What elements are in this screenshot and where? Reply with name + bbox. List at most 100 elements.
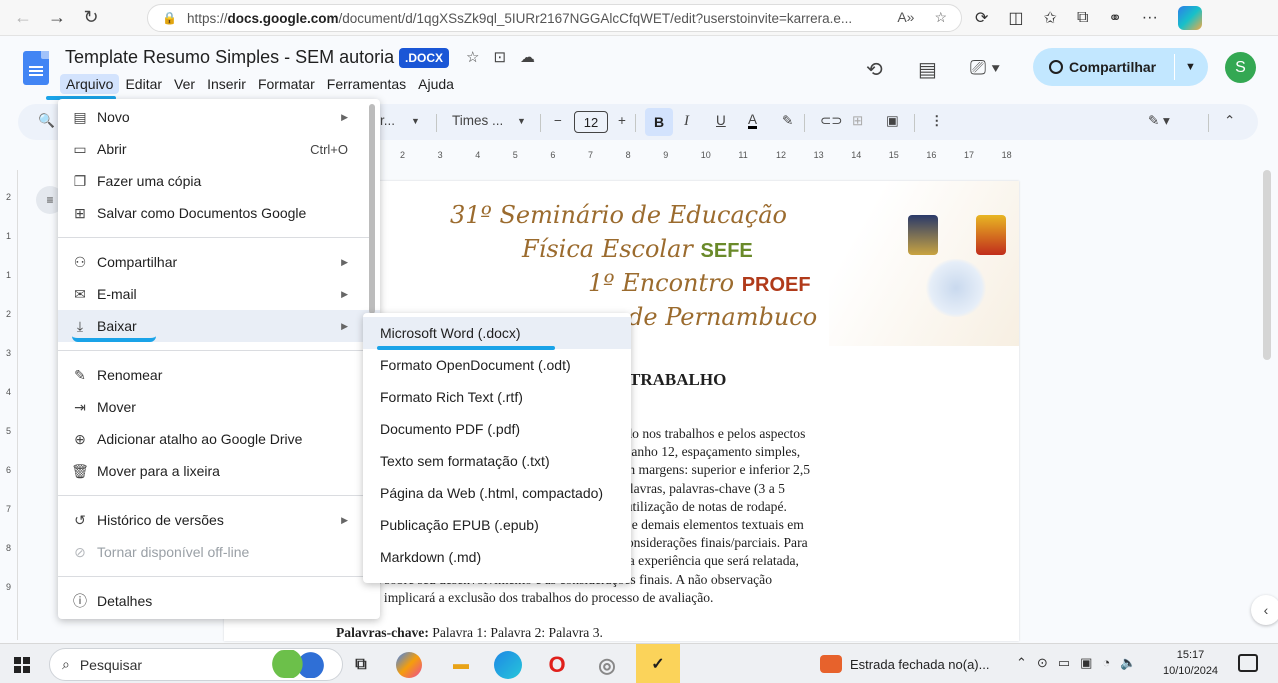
link-icon[interactable]: ⊂⊃ <box>820 113 843 129</box>
menu-ferramentas[interactable]: Ferramentas <box>321 74 412 94</box>
cloud-status-icon[interactable]: ☁ <box>520 48 535 66</box>
active-app-icon[interactable]: ✓ <box>636 644 680 683</box>
system-tray: ⌃ ⊙ ▭ ▣ ◔ 🔈 <box>1016 655 1136 671</box>
menu-ver[interactable]: Ver <box>168 74 201 94</box>
file-menu-item-fazer-uma-c-pia[interactable]: ❐ Fazer uma cópia <box>58 165 380 197</box>
collapse-toolbar-icon[interactable]: ⌃ <box>1224 113 1235 129</box>
edge-icon[interactable] <box>494 651 522 679</box>
star-icon[interactable]: ☆ <box>466 48 479 66</box>
file-menu-item-detalhes[interactable]: ⓘ Detalhes <box>58 585 380 617</box>
new-doc-icon: ▤ <box>73 108 87 125</box>
underline-button[interactable]: U <box>716 113 726 128</box>
share-button[interactable]: Compartilhar ▼ <box>1033 48 1208 86</box>
file-menu-item-adicionar-atalho-ao-google-drive[interactable]: ⊕ Adicionar atalho ao Google Drive <box>58 423 380 455</box>
notifications-icon[interactable] <box>1238 654 1258 672</box>
search-highlight-icon <box>270 650 328 678</box>
font-select[interactable]: Times ... <box>452 113 503 128</box>
download-option-1[interactable]: Microsoft Word (.docx) <box>363 317 631 349</box>
app-icon[interactable]: ◎ <box>592 650 622 680</box>
forward-icon[interactable]: → <box>40 3 74 33</box>
collections-icon[interactable]: ⧉ <box>1077 9 1088 27</box>
menu-inserir[interactable]: Inserir <box>201 74 252 94</box>
more-options-icon[interactable]: ⋮ <box>930 113 944 129</box>
chevron-down-icon[interactable]: ▼ <box>517 116 526 126</box>
file-menu-item-label: Adicionar atalho ao Google Drive <box>97 431 303 447</box>
drive-shortcut-icon: ⊕ <box>74 430 86 447</box>
move-folder-icon[interactable]: ⊡ <box>493 48 506 66</box>
increase-font-icon[interactable]: + <box>618 113 626 128</box>
menu-ajuda[interactable]: Ajuda <box>412 74 460 94</box>
reload-icon[interactable]: ↻ <box>74 3 108 33</box>
share-dropdown-icon[interactable]: ▼ <box>1185 61 1196 73</box>
download-option-7[interactable]: Publicação EPUB (.epub) <box>363 509 631 541</box>
file-menu-item-hist-rico-de-vers-es[interactable]: ↺ Histórico de versões ▶ <box>58 504 380 536</box>
document-title[interactable]: Template Resumo Simples - SEM autoria <box>65 47 394 68</box>
docs-logo-icon[interactable] <box>23 51 49 85</box>
file-explorer-icon[interactable]: ▬ <box>446 650 476 680</box>
download-option-2[interactable]: Formato OpenDocument (.odt) <box>363 349 631 381</box>
download-option-5[interactable]: Texto sem formatação (.txt) <box>363 445 631 477</box>
file-menu-item-renomear[interactable]: ✎ Renomear <box>58 359 380 391</box>
extensions-icon[interactable]: ⟳ <box>975 8 988 28</box>
ruler-tick: 1 <box>6 231 12 241</box>
battery-icon[interactable]: ▭ <box>1058 655 1070 671</box>
performance-icon[interactable]: ⚭ <box>1108 8 1121 28</box>
menu-formatar[interactable]: Formatar <box>252 74 321 94</box>
download-option-4[interactable]: Documento PDF (.pdf) <box>363 413 631 445</box>
text-color-button[interactable]: A <box>748 113 758 129</box>
file-menu-item-abrir[interactable]: ▭ Abrir Ctrl+O <box>58 133 380 165</box>
weather-widget[interactable]: Estrada fechada no(a)... <box>820 655 989 673</box>
version-history-icon[interactable]: ⟲ <box>866 57 883 82</box>
wifi-icon[interactable]: ◔ <box>1102 655 1110 671</box>
vertical-ruler[interactable]: 2 1 1 2 3 4 5 6 7 8 9 <box>4 170 18 640</box>
read-aloud-icon[interactable]: A» <box>897 9 914 26</box>
favorites-icon[interactable]: ✩ <box>1044 8 1057 28</box>
editing-mode-icon[interactable]: ✎ ▾ <box>1148 113 1170 129</box>
ruler-tick: 6 <box>550 150 556 160</box>
chevron-down-icon[interactable]: ▼ <box>411 116 420 126</box>
download-option-6[interactable]: Página da Web (.html, compactado) <box>363 477 631 509</box>
font-size-input[interactable]: 12 <box>574 111 608 133</box>
file-menu-item-tornar-dispon-vel-off-line[interactable]: ⊘ Tornar disponível off-line <box>58 536 380 568</box>
favorite-star-icon[interactable]: ☆ <box>934 9 947 26</box>
style-select[interactable]: r... <box>380 113 395 128</box>
decrease-font-icon[interactable]: − <box>554 113 562 128</box>
highlight-icon[interactable]: ✎ <box>782 113 793 129</box>
system-clock[interactable]: 15:17 10/10/2024 <box>1163 647 1218 679</box>
split-screen-icon[interactable]: ◫ <box>1008 8 1023 28</box>
menu-editar[interactable]: Editar <box>119 74 168 94</box>
file-menu-scrollbar[interactable] <box>369 104 375 314</box>
file-menu-item-e-mail[interactable]: ✉ E-mail ▶ <box>58 278 380 310</box>
side-panel-toggle-icon[interactable]: ‹ <box>1251 595 1278 625</box>
tray-app-icon[interactable]: ⊙ <box>1037 655 1048 671</box>
page-scrollbar[interactable] <box>1263 170 1271 360</box>
address-bar[interactable]: 🔒 https://docs.google.com/document/d/1qg… <box>147 4 962 32</box>
file-menu-item-mover-para-a-lixeira[interactable]: 🗑 Mover para a lixeira <box>58 455 380 487</box>
download-option-8[interactable]: Markdown (.md) <box>363 541 631 573</box>
menu-arquivo[interactable]: Arquivo <box>60 74 120 94</box>
avatar[interactable]: S <box>1225 52 1256 83</box>
back-icon[interactable]: ← <box>6 3 40 33</box>
more-menu-icon[interactable]: ··· <box>1142 9 1158 27</box>
copilot-app-icon[interactable] <box>396 652 422 678</box>
download-option-3[interactable]: Formato Rich Text (.rtf) <box>363 381 631 413</box>
file-menu-item-compartilhar[interactable]: ⚇ Compartilhar ▶ <box>58 246 380 278</box>
tray-expand-icon[interactable]: ⌃ <box>1016 655 1027 671</box>
file-menu-item-salvar-como-documentos-google[interactable]: ⊞ Salvar como Documentos Google <box>58 197 380 229</box>
file-menu-item-mover[interactable]: ⇥ Mover <box>58 391 380 423</box>
tray-device-icon[interactable]: ▣ <box>1080 655 1092 671</box>
meet-icon[interactable]: ⎚ ▾ <box>970 57 1000 80</box>
add-comment-icon[interactable]: ⊞ <box>852 113 863 129</box>
bold-button[interactable]: B <box>645 108 673 136</box>
insert-image-icon[interactable]: ▣ <box>886 113 899 129</box>
search-menus-icon[interactable]: 🔍 <box>38 113 55 129</box>
opera-icon[interactable]: O <box>542 650 572 680</box>
file-menu-item-novo[interactable]: ▤ Novo ▶ <box>58 101 380 133</box>
volume-icon[interactable]: 🔈 <box>1120 655 1136 671</box>
task-view-icon[interactable]: ⧉ <box>346 650 376 680</box>
copilot-icon[interactable] <box>1177 6 1202 30</box>
comments-icon[interactable]: ▤ <box>918 57 937 82</box>
windows-start-icon[interactable] <box>14 657 30 673</box>
italic-button[interactable]: I <box>684 113 689 130</box>
file-menu-item-label: E-mail <box>97 286 137 302</box>
